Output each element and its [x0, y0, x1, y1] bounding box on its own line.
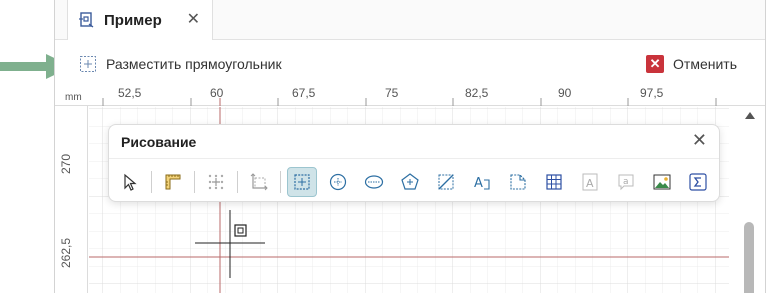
command-bar: Разместить прямоугольник ✕ Отменить: [55, 48, 765, 82]
ruler-tick: 262,5: [59, 237, 73, 268]
ruler-ticks: [102, 98, 717, 106]
drawing-document-icon: [79, 12, 94, 28]
svg-text:A: A: [474, 176, 483, 191]
text-icon[interactable]: A: [467, 167, 497, 197]
ruler-unit: mm: [65, 92, 82, 103]
vertical-scrollbar[interactable]: [743, 106, 755, 293]
image-icon[interactable]: [647, 167, 677, 197]
divider: [151, 171, 152, 193]
place-rectangle-label: Разместить прямоугольник: [106, 56, 282, 72]
drawing-panel-title: Рисование: [121, 134, 197, 150]
table-icon[interactable]: [539, 167, 569, 197]
divider: [237, 171, 238, 193]
polygon-icon[interactable]: [395, 167, 425, 197]
tab-title: Пример: [104, 11, 162, 29]
cancel-label: Отменить: [673, 56, 737, 72]
svg-text:A: A: [586, 177, 594, 190]
drawing-toolbar-panel: Рисование ✕ A A a: [108, 124, 720, 202]
scroll-thumb[interactable]: [744, 222, 754, 293]
svg-text:a: a: [623, 177, 629, 187]
ruler-tick: 270: [59, 153, 73, 174]
divider: [109, 158, 719, 159]
place-rectangle-command[interactable]: Разместить прямоугольник: [79, 55, 282, 73]
top-ruler: mm 52,5 60 67,5 75 82,5 90 97,5: [55, 84, 765, 106]
ellipse-icon[interactable]: [359, 167, 389, 197]
left-ruler: 270 262,5: [55, 106, 88, 293]
cancel-x-icon: ✕: [646, 55, 665, 73]
text-box-icon[interactable]: A: [575, 167, 605, 197]
hatch-icon[interactable]: [431, 167, 461, 197]
page-corner-icon[interactable]: [503, 167, 533, 197]
close-icon[interactable]: ✕: [692, 131, 707, 149]
tab-primer[interactable]: Пример ✕: [67, 0, 213, 40]
move-rotate-icon[interactable]: [244, 167, 274, 197]
scroll-up-icon[interactable]: [745, 112, 755, 119]
divider: [194, 171, 195, 193]
callout-icon[interactable]: a: [611, 167, 641, 197]
rectangle-icon[interactable]: [287, 167, 317, 197]
rectangle-place-icon: [80, 56, 96, 72]
document-panel: Пример ✕ Разместить прямоугольник ✕ Отме…: [54, 0, 766, 293]
divider: [280, 171, 281, 193]
ruler-icon[interactable]: [158, 167, 188, 197]
tool-row: A A a: [115, 167, 719, 197]
snap-points-icon[interactable]: [201, 167, 231, 197]
tab-bar: Пример ✕: [55, 0, 765, 40]
circle-icon[interactable]: [323, 167, 353, 197]
cancel-button[interactable]: ✕ Отменить: [646, 55, 737, 73]
close-icon[interactable]: ✕: [187, 12, 200, 28]
select-arrow-icon[interactable]: [115, 167, 145, 197]
formula-icon[interactable]: [683, 167, 713, 197]
